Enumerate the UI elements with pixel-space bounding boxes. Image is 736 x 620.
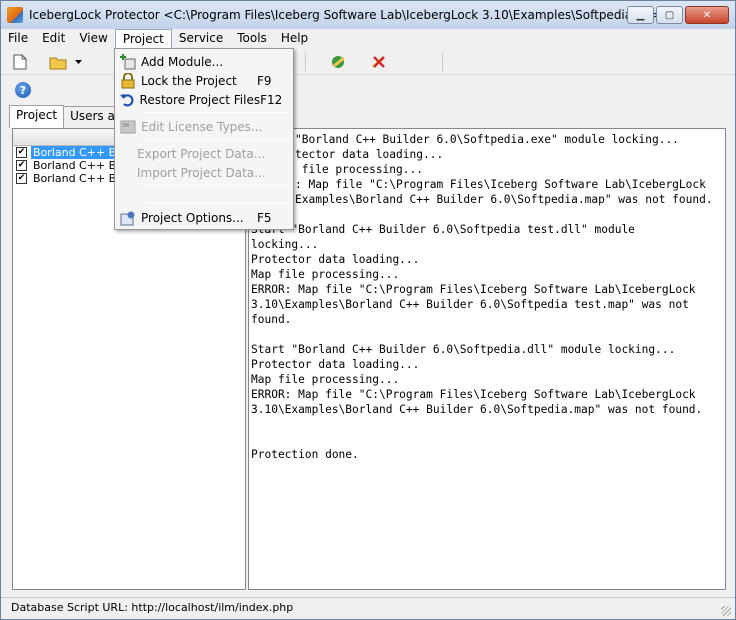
log-line: 3.10\Examples\Borland C++ Builder 6.0\So… [251,403,703,416]
app-window: IcebergLock Protector <C:\Program Files\… [0,0,736,620]
module-checkbox[interactable]: ✔ [16,160,27,171]
app-logo-icon [7,7,23,23]
menu-item-shortcut: F5 [257,210,272,225]
log-line: 3.10\Examples\Borland C++ Builder 6.0\So… [251,298,689,311]
menu-item-project-options[interactable]: Project Options... F5 [117,208,291,227]
add-module-icon [120,53,136,70]
log-line: ERROR: Map file "C:\Program Files\Iceber… [251,283,696,296]
window-title: IcebergLock Protector <C:\Program Files\… [29,8,661,22]
toolbar-separator [305,53,306,71]
status-text: Database Script URL: http://localhost/il… [11,601,294,614]
menu-item-shortcut: F9 [257,73,272,88]
menu-item-label: Export Project Data... [137,146,266,161]
menu-separator [145,185,290,186]
menu-edit[interactable]: Edit [35,29,72,48]
menu-bar: File Edit View Project Service Tools Hel… [1,29,735,48]
window-controls: ▁ ▢ ✕ [627,6,729,24]
menu-view[interactable]: View [72,29,114,48]
lock-project-icon[interactable] [330,53,348,71]
dropdown-arrow-icon[interactable] [73,53,83,71]
open-folder-icon[interactable] [49,53,67,71]
log-line: Protection done. [251,448,359,461]
menu-item-export-data: Export Project Data... [117,144,291,163]
menu-file[interactable]: File [1,29,35,48]
menu-service[interactable]: Service [172,29,230,48]
log-line: Examples\Borland C++ Builder 6.0\Softped… [295,193,713,206]
minimize-icon: ▁ [636,9,645,21]
maximize-icon: ▢ [664,9,675,21]
log-line: Map file processing... [251,268,400,281]
log-line: file processing... [295,163,423,176]
close-button[interactable]: ✕ [685,6,729,24]
menu-item-lock-project[interactable]: Lock the Project F9 [117,71,291,90]
menu-item-shortcut: F12 [260,92,283,107]
menu-item-label: Edit License Types... [141,119,263,134]
minimize-button[interactable]: ▁ [627,6,654,24]
resize-grip-icon[interactable] [721,606,731,616]
lock-icon [120,72,136,89]
menu-item-label: Lock the Project [141,73,237,88]
log-output[interactable]: "Borland C++ Builder 6.0\Softpedia.exe" … [248,128,726,590]
log-line: ERROR: Map file "C:\Program Files\Iceber… [251,388,696,401]
log-line: found. [251,313,292,326]
module-checkbox[interactable]: ✔ [16,147,27,158]
main-toolbar [1,50,735,75]
menu-separator [145,139,290,140]
title-bar: IcebergLock Protector <C:\Program Files\… [1,1,735,29]
menu-item-restore-files[interactable]: Restore Project Files F12 [117,90,291,109]
log-line: Map file processing... [251,373,400,386]
log-line: Start "Borland C++ Builder 6.0\Softpedia… [251,223,635,236]
unlock-project-icon[interactable] [370,53,388,71]
menu-help[interactable]: Help [274,29,315,48]
toolbar-separator-2 [442,53,443,71]
help-toolbar: ? [1,78,735,102]
tab-project[interactable]: Project [9,105,65,128]
menu-item-edit-license: Edit License Types... [117,117,291,136]
project-options-icon [120,210,136,226]
help-icon[interactable]: ? [15,82,31,98]
close-icon: ✕ [702,9,712,21]
new-file-icon[interactable] [11,53,29,71]
license-icon [120,119,136,135]
status-bar: Database Script URL: http://localhost/il… [1,597,735,619]
restore-arrow-icon [120,92,135,108]
menu-item-label: Add Module... [141,54,224,69]
log-line: Protector data loading... [251,358,420,371]
menu-item-add-module[interactable]: Add Module... [117,52,291,71]
menu-separator [145,202,290,203]
menu-project[interactable]: Project [114,29,172,48]
maximize-button[interactable]: ▢ [656,6,683,24]
menu-item-label: Restore Project Files [139,92,261,107]
menu-item-label: Import Project Data... [136,165,266,180]
log-line: "Borland C++ Builder 6.0\Softpedia.exe" … [295,133,679,146]
module-checkbox[interactable]: ✔ [16,173,27,184]
menu-separator [145,112,290,113]
log-line: locking... [251,238,319,251]
menu-tools[interactable]: Tools [230,29,274,48]
log-line: Start "Borland C++ Builder 6.0\Softpedia… [251,343,676,356]
menu-item-import-data: Import Project Data... [117,163,291,182]
project-menu-dropdown: Add Module... Lock the Project F9 Restor… [114,48,294,230]
menu-item-label: Project Options... [141,210,244,225]
log-line: Protector data loading... [251,253,420,266]
log-line: : Map file "C:\Program Files\Iceberg Sof… [295,178,706,191]
log-line: tector data loading... [295,148,444,161]
